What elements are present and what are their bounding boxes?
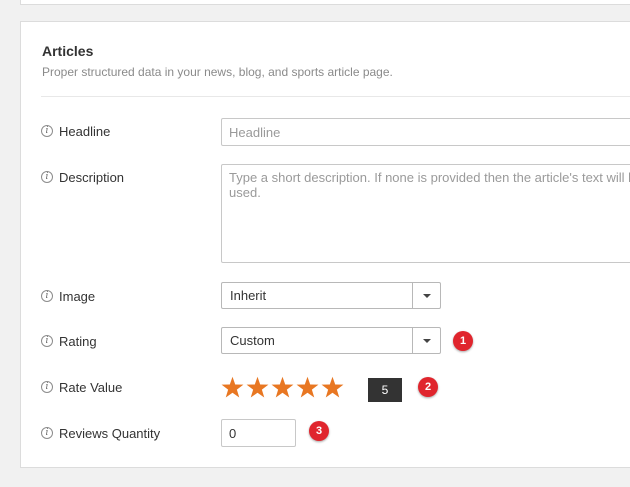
image-row-label: i Image [41,288,95,304]
rate-value-row-label: i Rate Value [41,379,122,395]
description-row-label: i Description [41,169,124,185]
reviews-quantity-input[interactable] [221,419,296,447]
section-description: Proper structured data in your news, blo… [42,65,393,79]
caret-down-icon [422,293,431,298]
headline-label: Headline [59,123,111,139]
previous-panel [20,0,630,5]
image-select-toggle[interactable] [412,283,440,308]
star-icon[interactable] [296,376,319,399]
star-icon[interactable] [271,376,294,399]
rate-value-display: 5 [368,378,402,402]
caret-down-icon [422,338,431,343]
info-icon[interactable]: i [41,125,53,137]
info-icon[interactable]: i [41,427,53,439]
rating-label: Rating [59,333,97,349]
image-select[interactable]: Inherit [221,282,441,309]
rating-select[interactable]: Custom [221,327,441,354]
description-label: Description [59,169,125,185]
star-icon[interactable] [246,376,269,399]
section-divider [41,96,630,97]
headline-row-label: i Headline [41,123,110,139]
image-select-value: Inherit [230,288,267,303]
info-icon[interactable]: i [41,171,53,183]
description-textarea[interactable] [221,164,630,263]
info-icon[interactable]: i [41,335,53,347]
section-title: Articles [42,43,94,59]
image-label: Image [59,288,96,304]
headline-input[interactable] [221,118,630,146]
reviews-quantity-row-label: i Reviews Quantity [41,425,160,441]
star-rating[interactable] [221,376,344,400]
rating-row-label: i Rating [41,333,97,349]
rating-select-toggle[interactable] [412,328,440,353]
star-icon[interactable] [321,376,344,399]
rating-select-value: Custom [230,333,275,348]
step-badge-1: 1 [453,331,473,351]
reviews-quantity-label: Reviews Quantity [59,425,161,441]
info-icon[interactable]: i [41,381,53,393]
rate-value-label: Rate Value [59,379,123,395]
info-icon[interactable]: i [41,290,53,302]
articles-panel: Articles Proper structured data in your … [20,21,630,468]
step-badge-2: 2 [418,377,438,397]
star-icon[interactable] [221,376,244,399]
step-badge-3: 3 [309,421,329,441]
